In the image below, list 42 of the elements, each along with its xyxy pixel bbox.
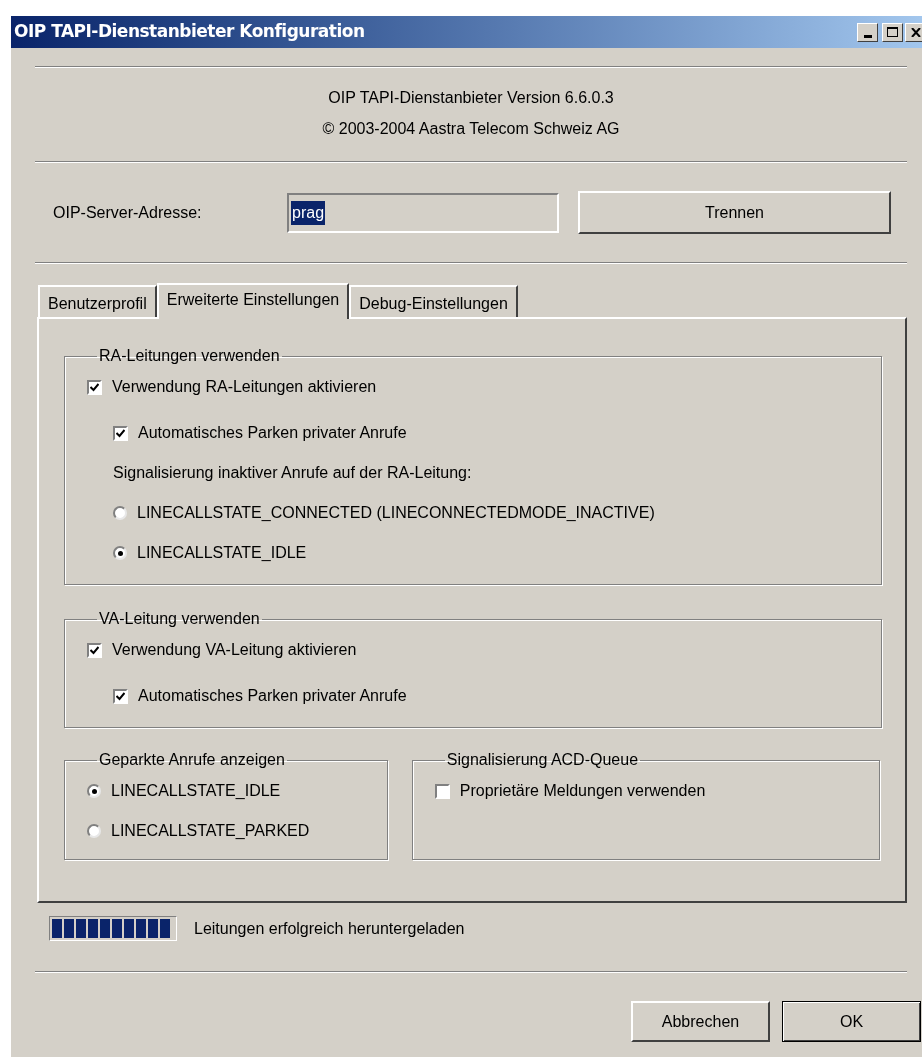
radio-button[interactable] bbox=[87, 784, 101, 798]
status-message: Leitungen erfolgreich heruntergeladen bbox=[194, 918, 465, 939]
checkbox-label: Proprietäre Meldungen verwenden bbox=[459, 781, 706, 801]
checkbox[interactable] bbox=[87, 642, 102, 658]
radio-button[interactable] bbox=[113, 506, 127, 520]
radio-label: LINECALLSTATE_CONNECTED (LINECONNECTEDMODE_INACTIVE) bbox=[137, 503, 655, 523]
disconnect-button[interactable]: Trennen bbox=[578, 191, 891, 234]
radio-label: LINECALLSTATE_IDLE bbox=[137, 543, 307, 563]
server-address-label: OIP-Server-Adresse: bbox=[53, 202, 203, 223]
close-button[interactable] bbox=[905, 22, 922, 42]
section-label: Signalisierung inaktiver Anrufe auf der RA-Leitung: bbox=[113, 463, 472, 483]
copyright-text: © 2003-2004 Aastra Telecom Schweiz AG bbox=[321, 119, 621, 139]
maximize-icon bbox=[887, 27, 898, 37]
group-title: Geparkte Anrufe anzeigen bbox=[98, 750, 286, 770]
checkbox-label: Automatisches Parken privater Anrufe bbox=[138, 423, 407, 443]
radio-label: LINECALLSTATE_IDLE bbox=[111, 781, 281, 801]
tab[interactable]: Debug-Einstellungen bbox=[349, 285, 518, 317]
minimize-button[interactable] bbox=[857, 22, 878, 42]
checkbox[interactable] bbox=[87, 379, 102, 395]
tab[interactable]: Benutzerprofil bbox=[38, 285, 157, 317]
server-address-field[interactable]: prag bbox=[287, 192, 559, 233]
server-address-value: prag bbox=[291, 200, 326, 225]
radio-button[interactable] bbox=[87, 824, 101, 838]
checkbox-label: Verwendung RA-Leitungen aktivieren bbox=[112, 377, 377, 397]
checkbox-label: Automatisches Parken privater Anrufe bbox=[138, 686, 407, 706]
radio-button[interactable] bbox=[113, 546, 127, 560]
close-icon bbox=[910, 27, 921, 37]
checkbox[interactable] bbox=[113, 425, 128, 441]
group-title: Signalisierung ACD-Queue bbox=[445, 750, 640, 770]
window-title: OIP TAPI-Dienstanbieter Konfiguration bbox=[14, 20, 365, 44]
version-text: OIP TAPI-Dienstanbieter Version 6.6.0.3 bbox=[327, 88, 615, 108]
dialog-button[interactable]: Abbrechen bbox=[631, 1001, 770, 1042]
tab[interactable]: Erweiterte Einstellungen bbox=[156, 283, 350, 319]
checkbox-label: Verwendung VA-Leitung aktivieren bbox=[112, 640, 357, 660]
group-title: RA-Leitungen verwenden bbox=[98, 346, 281, 366]
dialog-button[interactable]: OK bbox=[782, 1001, 921, 1042]
radio-label: LINECALLSTATE_PARKED bbox=[111, 821, 310, 841]
maximize-button[interactable] bbox=[882, 22, 903, 42]
minimize-icon bbox=[863, 34, 872, 38]
checkbox[interactable] bbox=[434, 783, 450, 799]
group-title: VA-Leitung verwenden bbox=[98, 609, 261, 629]
checkbox[interactable] bbox=[113, 688, 128, 704]
